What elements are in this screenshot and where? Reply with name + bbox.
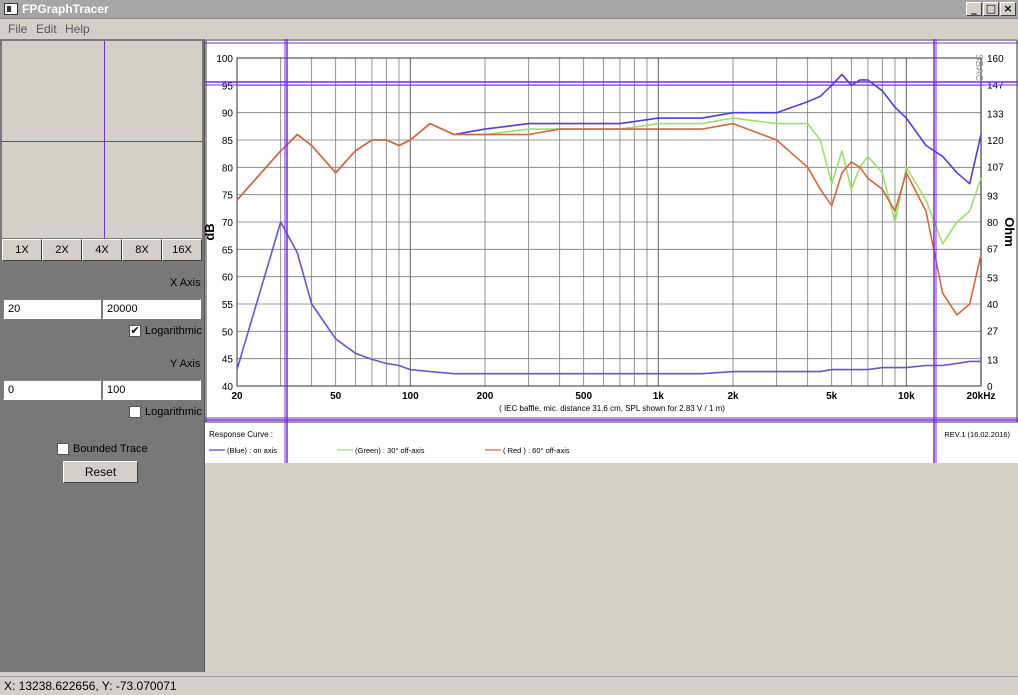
status-bar: X: 13238.622656, Y: -73.070071 xyxy=(0,676,1018,695)
menu-help[interactable]: Help xyxy=(65,22,90,36)
freq-tick-label: 2k xyxy=(727,391,739,402)
left-axis-title: dB xyxy=(205,223,217,240)
control-panel: 1X 2X 4X 8X 16X X Axis 20 20000 ✔ Logari… xyxy=(0,39,204,672)
bounded-trace-checkbox[interactable] xyxy=(57,443,69,455)
ohm-tick-label: 53 xyxy=(987,273,999,284)
legend-label-green: (Green) : 30° off-axis xyxy=(355,446,425,455)
db-tick-label: 100 xyxy=(216,54,233,65)
freq-tick-label: 500 xyxy=(575,391,592,402)
db-tick-label: 65 xyxy=(222,245,234,256)
db-tick-label: 45 xyxy=(222,355,234,366)
revision-label: REV.1 (16.02.2016) xyxy=(944,430,1010,439)
ohm-tick-label: 133 xyxy=(987,109,1004,120)
reset-button[interactable]: Reset xyxy=(63,461,138,483)
minimize-button[interactable]: _ xyxy=(966,2,982,16)
db-tick-label: 70 xyxy=(222,218,234,229)
ohm-tick-label: 80 xyxy=(987,218,999,229)
freq-tick-label: 50 xyxy=(330,391,342,402)
legend-title: Response Curve : xyxy=(209,430,273,439)
ohm-tick-label: 67 xyxy=(987,245,999,256)
graph-image: 100 95 90 85 80 75 70 65 60 55 50 45 40 160 147 133 120 1… xyxy=(202,39,1018,463)
ohm-tick-label: 27 xyxy=(987,327,999,338)
zoom-bar: 1X 2X 4X 8X 16X xyxy=(2,239,202,261)
bounded-trace-label: Bounded Trace xyxy=(73,443,148,455)
graph-caption: ( IEC baffle, mic. distance 31.6 cm, SPL… xyxy=(499,404,725,413)
app-icon xyxy=(4,3,18,15)
right-axis-title: Ohm xyxy=(1002,217,1017,247)
zoom-1x-button[interactable]: 1X xyxy=(2,239,42,261)
title-bar: FPGraphTracer _ □ × xyxy=(0,0,1018,19)
db-tick-label: 50 xyxy=(222,327,234,338)
freq-tick-label: 5k xyxy=(826,391,838,402)
freq-tick-label: 10k xyxy=(898,391,915,402)
db-tick-label: 85 xyxy=(222,136,234,147)
db-tick-label: 75 xyxy=(222,191,234,202)
zoom-16x-button[interactable]: 16X xyxy=(162,239,202,261)
db-tick-label: 95 xyxy=(222,81,234,92)
db-tick-label: 60 xyxy=(222,273,234,284)
menu-edit[interactable]: Edit xyxy=(36,22,57,36)
menu-bar: File Edit Help xyxy=(0,19,1018,39)
maximize-button[interactable]: □ xyxy=(983,2,999,16)
menu-file[interactable]: File xyxy=(8,22,27,36)
zoom-8x-button[interactable]: 8X xyxy=(122,239,162,261)
freq-tick-label: 100 xyxy=(402,391,419,402)
ohm-tick-label: 147 xyxy=(987,81,1004,92)
legend-label-blue: (Blue) : on axis xyxy=(227,446,277,455)
x-axis-label: X Axis xyxy=(170,277,201,289)
x-logarithmic-checkbox[interactable]: ✔ xyxy=(129,325,141,337)
magnifier-crosshair-horizontal xyxy=(2,141,202,142)
zoom-2x-button[interactable]: 2X xyxy=(42,239,82,261)
ohm-tick-label: 107 xyxy=(987,163,1004,174)
freq-tick-label: 200 xyxy=(477,391,494,402)
zoom-4x-button[interactable]: 4X xyxy=(82,239,122,261)
cursor-coordinates: X: 13238.622656, Y: -73.070071 xyxy=(4,679,177,693)
window-title: FPGraphTracer xyxy=(22,2,109,16)
close-button[interactable]: × xyxy=(1000,2,1016,16)
y-axis-label: Y Axis xyxy=(170,358,201,370)
watermark-text: SBAC xyxy=(973,54,984,81)
magnifier-view xyxy=(2,41,202,238)
frequency-response-chart: 100 95 90 85 80 75 70 65 60 55 50 45 40 160 147 133 120 1… xyxy=(202,39,1018,455)
ohm-tick-label: 93 xyxy=(987,191,999,202)
freq-tick-label: 20 xyxy=(231,391,243,402)
db-tick-label: 55 xyxy=(222,300,234,311)
y-min-field[interactable]: 0 xyxy=(3,380,101,400)
legend-label-red: ( Red ) : 60° off-axis xyxy=(503,446,570,455)
y-logarithmic-checkbox[interactable] xyxy=(129,406,141,418)
freq-tick-label: 1k xyxy=(653,391,665,402)
y-logarithmic-label: Logarithmic xyxy=(145,406,202,418)
freq-tick-label: 20kHz xyxy=(967,391,996,402)
db-tick-label: 90 xyxy=(222,109,234,120)
graph-canvas[interactable]: 100 95 90 85 80 75 70 65 60 55 50 45 40 160 147 133 120 1… xyxy=(202,39,1018,672)
db-tick-label: 80 xyxy=(222,163,234,174)
ohm-tick-label: 40 xyxy=(987,300,999,311)
ohm-tick-label: 160 xyxy=(987,54,1004,65)
y-max-field[interactable]: 100 xyxy=(102,380,201,400)
x-min-field[interactable]: 20 xyxy=(3,299,101,319)
ohm-tick-label: 13 xyxy=(987,355,999,366)
x-logarithmic-label: Logarithmic xyxy=(145,325,202,337)
magnifier-crosshair-vertical xyxy=(104,41,105,238)
x-max-field[interactable]: 20000 xyxy=(102,299,201,319)
ohm-tick-label: 120 xyxy=(987,136,1004,147)
